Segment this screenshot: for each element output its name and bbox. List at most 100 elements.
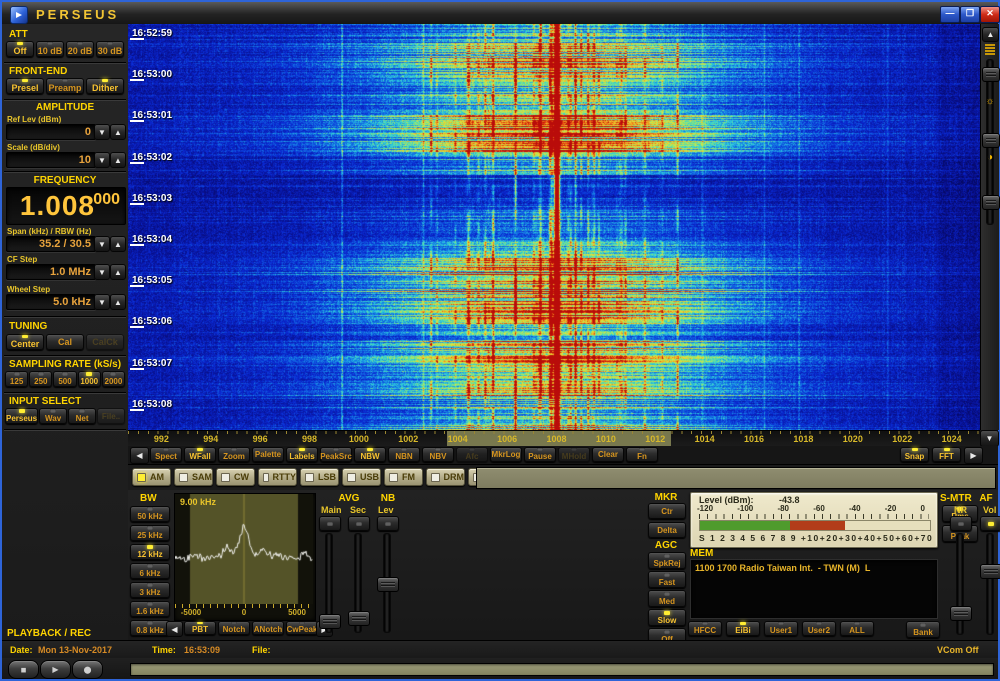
brightness-slider-handle[interactable] [982,133,1000,148]
display-button-fn[interactable]: Fn [626,447,658,462]
tuning-button-center[interactable]: Center [6,334,44,350]
filter-spectrum-display[interactable]: 9.00 kHz -5000 0 5000 [174,493,316,621]
display-button-labels[interactable]: Labels [286,447,318,462]
scale-up-icon[interactable]: ▲ [110,152,126,168]
close-button[interactable]: ✕ [980,6,1000,23]
display-button-snap[interactable]: Snap [900,447,929,462]
mode-button-drm[interactable]: DRM [426,468,465,486]
cf-step-value[interactable]: 1.0 MHz [6,264,96,280]
mem-button-hfcc[interactable]: HFCC [688,621,722,636]
frontend-button-presel[interactable]: Presel [6,78,44,94]
att-button-10-db[interactable]: 10 dB [36,41,64,57]
scroll-up-icon[interactable]: ▲ [982,27,999,42]
scale-down-icon[interactable]: ▼ [94,152,110,168]
bw-button-25-khz[interactable]: 25 kHz [130,525,170,541]
input-button-wav[interactable]: Wav [39,408,67,424]
bw-button-6-khz[interactable]: 6 kHz [130,563,170,579]
bw-button-3-khz[interactable]: 3 kHz [130,582,170,598]
ref-lev-down-icon[interactable]: ▼ [94,124,110,140]
record-progress-bar[interactable] [130,663,994,676]
display-button-peaksrc[interactable]: PeakSrc [320,447,352,462]
display-button-mkrlog[interactable]: MkrLog [490,447,522,462]
avg-sec-slider-handle[interactable] [348,611,370,626]
waterfall-slider-handle[interactable] [982,67,1000,82]
filter-button-anotch[interactable]: ANotch [252,621,284,635]
bw-button-50-khz[interactable]: 50 kHz [130,506,170,522]
frontend-button-dither[interactable]: Dither [86,78,124,94]
display-button-nbn[interactable]: NBN [388,447,420,462]
frontend-button-preamp[interactable]: Preamp [46,78,84,94]
af-vol-slider-handle[interactable] [980,564,1000,579]
display-button-zoom[interactable]: Zoom [218,447,250,462]
bw-button-0-8-khz[interactable]: 0.8 kHz [130,620,170,636]
wheel-step-up-icon[interactable]: ▲ [110,294,126,310]
filter-prev-icon[interactable]: ◀ [166,621,183,637]
mode-button-am[interactable]: AM [132,468,171,486]
display-button-nbw[interactable]: NBW [354,447,386,462]
mem-list[interactable]: 1100 1700 Radio Taiwan Int. - TWN (M) L [690,559,938,619]
maximize-button[interactable]: ❐ [960,6,980,23]
af-nr-button[interactable] [950,516,972,531]
tuning-button-cal[interactable]: Cal [46,334,84,350]
agc-button-fast[interactable]: Fast [648,571,686,588]
mem-button-eibi[interactable]: EiBi [726,621,760,636]
cf-step-down-icon[interactable]: ▼ [94,264,110,280]
display-button-fft[interactable]: FFT [932,447,961,462]
agc-button-med[interactable]: Med [648,590,686,607]
display-button-mhold[interactable]: MHold [558,447,590,462]
display-button-palette[interactable]: Palette [252,447,284,462]
mem-button-all[interactable]: ALL [840,621,874,636]
mode-button-usb[interactable]: USB [342,468,381,486]
waterfall-display[interactable]: 16:52:5916:53:0016:53:0116:53:0216:53:03… [128,24,980,430]
mode-button-fm[interactable]: FM [384,468,423,486]
ref-lev-value[interactable]: 0 [6,124,96,140]
cf-step-up-icon[interactable]: ▲ [110,264,126,280]
sampling-button-500[interactable]: 500 [53,371,76,387]
display-button-afc[interactable]: Afc [456,447,488,462]
display-button-wfall[interactable]: WFall [184,447,216,462]
stop-button[interactable]: ◼ [8,660,39,679]
agc-button-spkrej[interactable]: SpkRej [648,552,686,569]
avg-sec-button[interactable] [348,516,370,531]
af-vol-button[interactable] [980,516,1000,531]
filter-button-cwpeak[interactable]: CwPeak [286,621,318,635]
input-button-file-[interactable]: File.. [97,408,125,424]
mode-button-lsb[interactable]: LSB [300,468,339,486]
display-button-spect[interactable]: Spect [150,447,182,462]
input-button-perseus[interactable]: Perseus [5,408,38,424]
avg-main-slider-handle[interactable] [319,614,341,629]
af-nr-slider-handle[interactable] [950,606,972,621]
mode-button-rtty[interactable]: RTTY [258,468,297,486]
span-up-icon[interactable]: ▲ [110,236,126,252]
mem-button-user2[interactable]: User2 [802,621,836,636]
att-button-off[interactable]: Off [6,41,34,57]
wheel-step-value[interactable]: 5.0 kHz [6,294,96,310]
display-button-nbv[interactable]: NBV [422,447,454,462]
avg-main-button[interactable] [319,516,341,531]
palette-menu-icon[interactable] [983,43,997,58]
span-down-icon[interactable]: ▼ [94,236,110,252]
mkr-button-delta[interactable]: Delta [648,522,686,538]
record-button[interactable]: ⬤ [72,660,103,679]
scroll-right-icon[interactable]: ▶ [964,447,983,464]
play-button[interactable]: ▶ [40,660,71,679]
filter-button-notch[interactable]: Notch [218,621,250,635]
tuning-button-calck[interactable]: CalCk [86,334,124,350]
sampling-button-250[interactable]: 250 [29,371,52,387]
bw-button-1-6-khz[interactable]: 1.6 kHz [130,601,170,617]
display-button-clear[interactable]: Clear [592,447,624,462]
mem-bank-button[interactable]: Bank [906,621,940,638]
wheel-step-down-icon[interactable]: ▼ [94,294,110,310]
sampling-button-125[interactable]: 125 [5,371,28,387]
ref-lev-up-icon[interactable]: ▲ [110,124,126,140]
mkr-button-ctr[interactable]: Ctr [648,503,686,519]
scroll-left-icon[interactable]: ◀ [130,447,149,464]
scale-down-arrow-icon[interactable]: ▼ [980,430,999,447]
mode-button-sam[interactable]: SAM [174,468,213,486]
minimize-button[interactable]: — [940,6,960,23]
frequency-display[interactable]: 1.008 000 [6,187,126,225]
mem-entry[interactable]: 1100 1700 Radio Taiwan Int. - TWN (M) L [695,563,870,573]
att-button-30-db[interactable]: 30 dB [96,41,124,57]
display-button-pause[interactable]: Pause [524,447,556,462]
nb-lev-slider-handle[interactable] [377,577,399,592]
